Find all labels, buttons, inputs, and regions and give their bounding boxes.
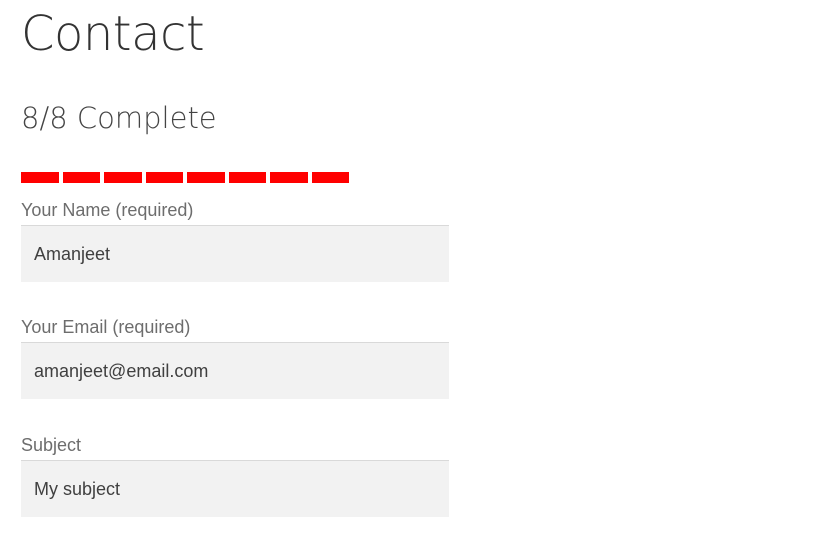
progress-segment [145, 172, 183, 183]
subject-field-label: Subject [21, 435, 82, 455]
page-title: Contact [21, 6, 205, 62]
progress-segment [104, 172, 142, 183]
email-input[interactable] [21, 342, 449, 399]
progress-segment [21, 172, 59, 183]
progress-segment [187, 172, 225, 183]
email-field-label: Your Email (required) [21, 317, 191, 337]
progress-segment [311, 172, 349, 183]
progress-segment [270, 172, 308, 183]
progress-status-text: 8/8 Complete [21, 101, 217, 135]
name-field-label: Your Name (required) [21, 200, 194, 220]
subject-input[interactable] [21, 460, 449, 517]
progress-segment [62, 172, 100, 183]
progress-segment [228, 172, 266, 183]
progress-bar [21, 172, 349, 183]
name-input[interactable] [21, 225, 449, 282]
